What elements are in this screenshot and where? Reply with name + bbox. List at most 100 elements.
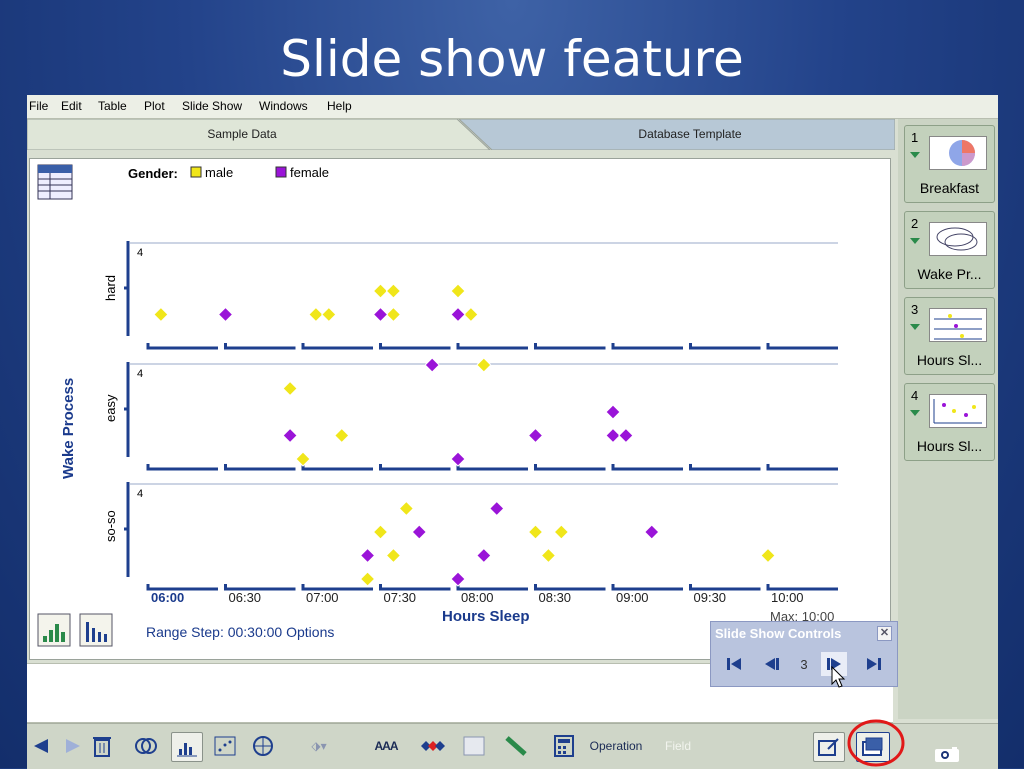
x-tick-label: 09:00 [616,590,649,605]
data-point-female [424,357,440,373]
scatter-thumbnail-icon [929,394,987,428]
stack-plot-icon[interactable] [37,613,71,647]
slide-show-controls-window: Slide Show Controls ✕ 3 [710,621,898,688]
data-point-male [385,283,402,299]
bin-line [534,584,606,591]
menu-windows[interactable]: Windows [259,99,308,113]
table-icon[interactable] [37,164,73,200]
venn-tool-icon[interactable] [132,732,160,760]
legend-label: Gender: [128,166,178,181]
slide-thumb-caption: Hours Sl... [916,352,983,368]
data-point-male [527,524,544,540]
x-tick-label: 06:30 [229,590,262,605]
legend-entry-male: male [205,165,233,180]
slide-thumb-4[interactable]: 4 Hours Sl... [904,383,995,461]
bin-line [301,343,373,350]
slider-tool-icon[interactable] [501,732,531,760]
data-point-male [385,547,402,564]
slide-thumb-3[interactable]: 3 Hours Sl... [904,297,995,375]
bin-line [146,464,218,471]
slide-thumb-1[interactable]: 1 Breakfast [904,125,995,203]
bin-line [766,343,838,350]
stack-plot-tool-icon[interactable] [171,732,203,762]
data-point-female [489,500,505,517]
bin-line [689,343,761,350]
slide-thumb-caption: Breakfast [919,180,980,196]
operation-label[interactable]: Operation [584,732,648,760]
back-arrow-icon[interactable] [30,732,52,760]
data-point-male [398,500,415,517]
data-point-female [476,547,492,564]
data-point-male [359,571,376,587]
camera-icon[interactable] [933,745,961,763]
bin-line [766,584,838,591]
pie-tool-icon[interactable] [249,732,277,760]
calculator-icon[interactable] [552,732,576,760]
chart-layer: 4 hard 4 easy 4 so-so 06:00 06:30 07:00 07:30 08:0… [103,241,838,605]
data-point-male [334,427,350,444]
range-step-text[interactable]: Range Step: 00:30:00 Options [146,624,334,640]
tab-database-template[interactable]: Database Template [490,119,890,150]
slide-thumb-number: 4 [911,388,919,403]
legend-swatch-male [190,166,202,178]
current-slide-number: 3 [800,656,808,672]
first-slide-icon[interactable] [721,652,747,676]
data-point-female [411,524,427,540]
previous-slide-icon[interactable] [759,652,785,676]
panel-max-label: 4 [137,368,143,380]
menu-slide-show[interactable]: Slide Show [182,99,242,113]
data-point-female [527,427,544,444]
x-tick-label: 07:30 [384,590,417,605]
data-point-male [282,380,298,397]
picture-tool-icon[interactable] [461,732,487,760]
slide-show-controls-header[interactable]: Slide Show Controls ✕ [711,622,897,644]
expand-triangle-icon[interactable] [910,238,920,244]
panel-max-label: 4 [137,488,143,500]
x-tick-label: 07:00 [306,590,339,605]
expand-triangle-icon[interactable] [910,324,920,330]
bin-line [534,343,606,350]
menu-help[interactable]: Help [327,99,352,113]
slide-thumb-number: 3 [911,302,919,317]
data-point-male [463,306,479,323]
menu-edit[interactable]: Edit [61,99,82,113]
data-point-male [308,306,324,323]
scatter-tool-icon[interactable] [211,732,239,760]
bin-line [146,584,218,591]
x-axis-label: Hours Sleep [442,608,530,625]
menu-file[interactable]: File [29,99,48,113]
forward-arrow-icon[interactable] [62,732,84,760]
bin-line [379,343,451,350]
bar-plot-icon[interactable] [79,613,113,647]
bin-line [224,584,296,591]
bin-line [766,464,838,471]
x-tick-label: 08:00 [461,590,494,605]
tab-sample-data[interactable]: Sample Data [27,119,457,150]
highlight-circle [847,719,905,767]
last-slide-icon[interactable] [861,652,887,676]
text-tool-button[interactable]: AAA [369,732,403,760]
counter-tool-icon[interactable]: ⬗▾ [299,732,339,760]
trash-icon[interactable] [90,732,114,760]
data-point-female [605,404,621,420]
menu-plot[interactable]: Plot [144,99,165,113]
data-point-male [153,306,169,323]
data-point-female [450,571,466,587]
expand-triangle-icon[interactable] [910,410,920,416]
y-axis-label: Wake Process [60,378,77,479]
data-point-male [760,547,776,564]
expand-triangle-icon[interactable] [910,152,920,158]
close-icon[interactable]: ✕ [877,626,892,641]
sampler-tool-icon[interactable] [419,732,447,760]
menu-table[interactable]: Table [98,99,127,113]
bin-line [224,343,296,350]
bin-line [611,343,683,350]
document-tabs: Sample Data Database Template [27,119,895,150]
slide-title: Slide show feature [280,30,744,88]
field-label[interactable]: Field [660,732,696,760]
bin-line [379,464,451,471]
slide-show-controls-title: Slide Show Controls [715,626,842,641]
slide-thumb-2[interactable]: 2 Wake Pr... [904,211,995,289]
edit-slide-icon[interactable] [813,732,845,762]
x-tick-label: 08:30 [539,590,572,605]
